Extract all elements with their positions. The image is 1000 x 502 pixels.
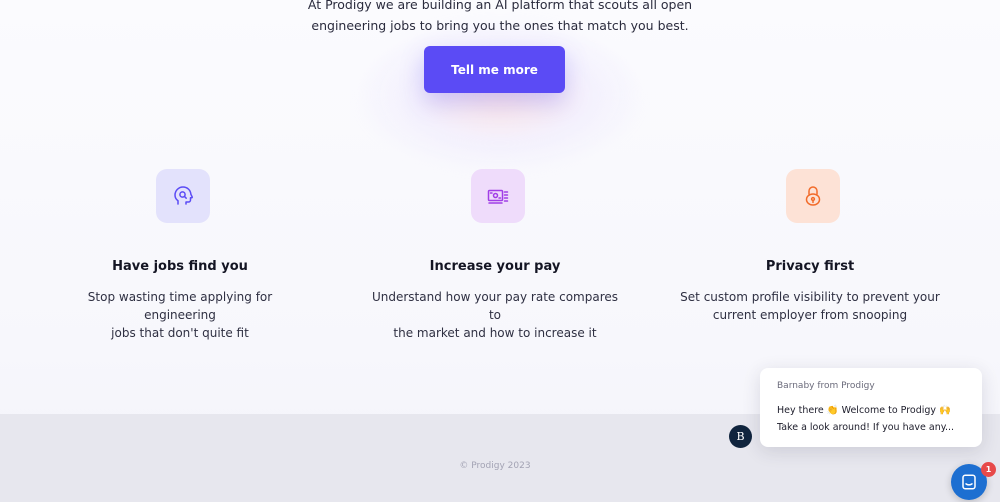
money-icon — [487, 189, 509, 204]
feature-icon-tile — [156, 169, 210, 223]
unread-count-badge: 1 — [981, 462, 996, 477]
feature-icon-tile — [471, 169, 525, 223]
feature-title: Increase your pay — [429, 259, 561, 274]
lock-icon — [805, 186, 821, 206]
feature-have-jobs-find-you: Have jobs find you Stop wasting time app… — [30, 0, 330, 340]
feature-description-line-1: Stop wasting time applying for engineeri… — [87, 290, 273, 322]
feature-title: Have jobs find you — [112, 259, 248, 274]
feature-icon-tile — [786, 169, 840, 223]
feature-description-line-2: jobs that don't quite fit — [111, 326, 249, 340]
chat-icon — [962, 474, 976, 490]
feature-description-line-2: the market and how to increase it — [393, 326, 597, 340]
feature-description: Understand how your pay rate compares to… — [365, 288, 625, 342]
chat-message-text: Hey there 👏 Welcome to Prodigy 🙌 Take a … — [777, 402, 972, 436]
chat-message-preview[interactable]: Barnaby from Prodigy Hey there 👏 Welcome… — [760, 368, 982, 447]
feature-description-line-1: Understand how your pay rate compares to — [371, 290, 619, 322]
feature-privacy-first: Privacy first Set custom profile visibil… — [660, 0, 960, 340]
feature-increase-your-pay: Increase your pay Understand how your pa… — [345, 0, 645, 340]
feature-description: Set custom profile visibility to prevent… — [680, 288, 940, 324]
feature-description-line-1: Set custom profile visibility to prevent… — [680, 290, 940, 304]
feature-description-line-2: current employer from snooping — [712, 308, 908, 322]
feature-title: Privacy first — [765, 259, 855, 274]
chat-message-line-2: Take a look around! If you have any... — [777, 422, 955, 433]
page: At Prodigy we are building an AI platfor… — [0, 0, 1000, 502]
head-search-icon — [174, 186, 194, 205]
copyright-text: © Prodigy 2023 — [459, 461, 531, 471]
chat-agent-avatar: B — [729, 425, 752, 448]
feature-description: Stop wasting time applying for engineeri… — [50, 288, 310, 342]
chat-message-line-1: Hey there 👏 Welcome to Prodigy 🙌 — [777, 405, 951, 416]
chat-sender-name: Barnaby from Prodigy — [777, 381, 875, 391]
